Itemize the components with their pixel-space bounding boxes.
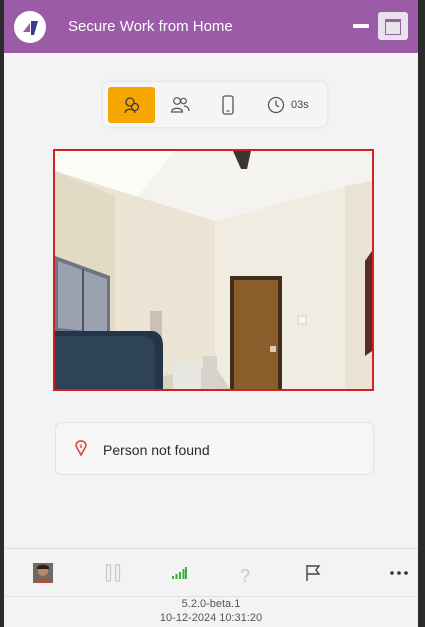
pause-icon (105, 564, 121, 582)
tool-mobile-phone[interactable] (205, 87, 251, 123)
timer-value: 03s (291, 99, 309, 111)
version-label: 5.2.0-beta.1 (181, 598, 241, 610)
minimize-icon (353, 24, 369, 28)
maximize-icon (385, 19, 401, 35)
status-text: Person not found (103, 442, 210, 458)
app-window: Secure Work from Home 03s Person not fou… (4, 0, 418, 627)
network-signal[interactable] (164, 549, 194, 597)
datetime-label: 10-12-2024 10:31:20 (159, 612, 263, 624)
phone-icon (222, 95, 234, 115)
maximize-button[interactable] (378, 12, 408, 40)
tool-multiple-persons[interactable] (155, 87, 205, 123)
flag-icon (306, 565, 321, 581)
warning-pin-icon (75, 440, 87, 456)
report-flag-button[interactable] (298, 549, 328, 597)
more-options-button[interactable] (384, 549, 414, 597)
user-avatar-button[interactable] (28, 549, 58, 597)
avatar (33, 563, 53, 583)
signal-icon (172, 567, 187, 579)
camera-feed (53, 149, 374, 391)
logo-icon (23, 21, 38, 35)
app-logo (14, 11, 46, 43)
minimize-button[interactable] (349, 11, 375, 41)
bottom-bar (4, 548, 418, 597)
camera-image (55, 151, 372, 389)
faces-icon (123, 97, 139, 114)
window-title: Secure Work from Home (68, 18, 233, 35)
tool-face-detection[interactable] (108, 87, 155, 123)
detection-status: Person not found (55, 422, 374, 475)
monitor-toolbar: 03s (103, 82, 327, 127)
pause-button[interactable] (98, 549, 128, 597)
clock-icon (267, 96, 285, 114)
footer-divider (4, 596, 418, 597)
title-bar[interactable]: Secure Work from Home (4, 0, 418, 53)
people-icon (170, 97, 190, 113)
tool-timer[interactable] (261, 87, 291, 123)
more-icon (390, 571, 408, 575)
help-button[interactable]: ? (240, 566, 250, 587)
